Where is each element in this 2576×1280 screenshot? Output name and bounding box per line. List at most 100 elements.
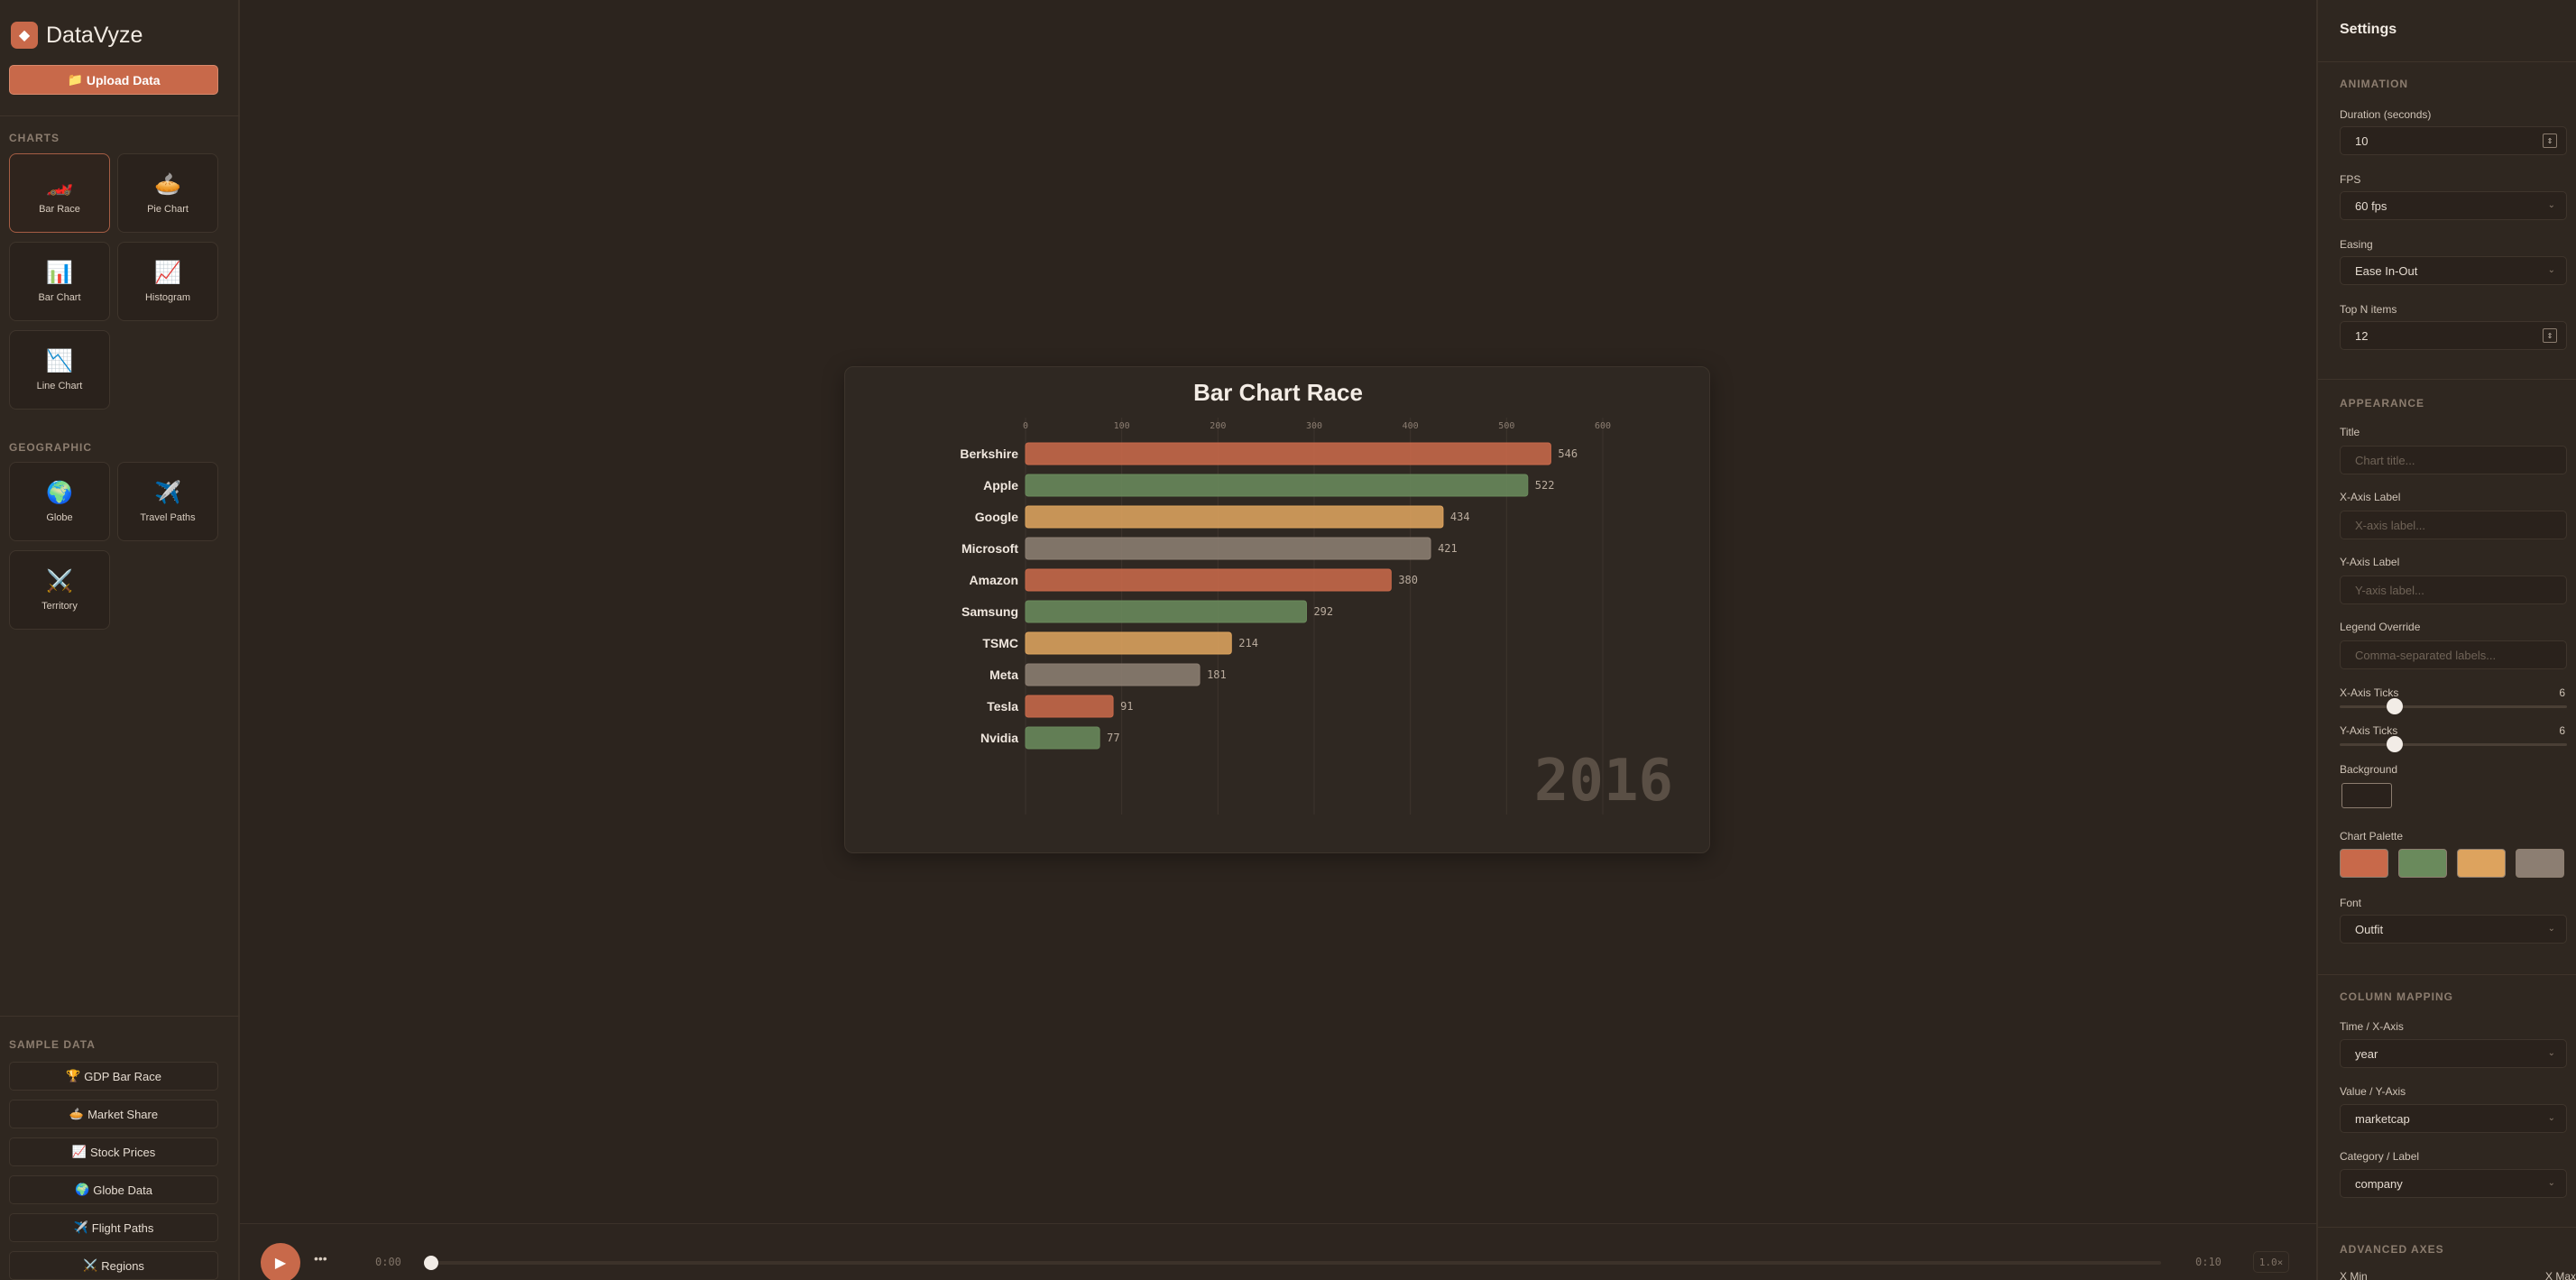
upload-label: Upload Data xyxy=(86,72,161,87)
sample-label: Flight Paths xyxy=(91,1220,154,1235)
value-column-label: Value / Y-Axis xyxy=(2340,1085,2406,1098)
category-label: Nvidia xyxy=(980,731,1018,745)
sample-gdp-bar-race-button[interactable]: 🏆 GDP Bar Race xyxy=(9,1062,218,1091)
x-axis-label-input[interactable]: X-axis label... xyxy=(2340,511,2567,539)
upload-data-button[interactable]: 📁 Upload Data xyxy=(9,65,218,95)
x-axis-ticks-slider[interactable] xyxy=(2340,705,2567,708)
globe-icon: 🌍 xyxy=(75,1183,90,1196)
background-label: Background xyxy=(2340,763,2398,776)
bar xyxy=(1025,568,1392,592)
y-axis-ticks-value: 6 xyxy=(2559,724,2565,737)
playback-bar: ▶ ••• 0:00 0:10 1.0× xyxy=(240,1223,2316,1280)
sample-globe-data-button[interactable]: 🌍 Globe Data xyxy=(9,1175,218,1204)
chevron-down-icon: ⌄ xyxy=(2547,1178,2555,1188)
value-label: 522 xyxy=(1535,479,1555,492)
chevron-down-icon: ⌄ xyxy=(2547,1113,2555,1123)
geographic-heading: GEOGRAPHIC xyxy=(9,441,93,454)
stepper-icon[interactable]: ⇕ xyxy=(2543,328,2557,343)
x-axis-ticks-thumb[interactable] xyxy=(2387,698,2403,714)
category-column-select[interactable]: company ⌄ xyxy=(2340,1169,2567,1198)
timeline-track[interactable] xyxy=(431,1261,2161,1265)
more-options-button[interactable]: ••• xyxy=(314,1251,327,1266)
sample-stock-prices-button[interactable]: 📈 Stock Prices xyxy=(9,1137,218,1166)
chart-tile-bar-race[interactable]: 🏎️ Bar Race xyxy=(9,153,110,233)
title-label: Title xyxy=(2340,426,2360,438)
font-label: Font xyxy=(2340,897,2362,909)
chart-card: 0 100 200 300 400 500 600 Bar Chart Race Berks… xyxy=(844,366,1710,853)
category-label: Microsoft xyxy=(961,541,1018,556)
value-label: 214 xyxy=(1238,637,1258,649)
app-name: DataVyze xyxy=(46,22,143,48)
x-max-label: X Max xyxy=(2545,1270,2576,1280)
bar xyxy=(1025,663,1201,686)
timeline-thumb[interactable] xyxy=(424,1256,438,1270)
airplane-icon: ✈️ xyxy=(73,1220,88,1234)
x-tick-label: 400 xyxy=(1403,421,1419,431)
y-axis-ticks-label: Y-Axis Ticks xyxy=(2340,724,2398,737)
fps-select[interactable]: 60 fps ⌄ xyxy=(2340,191,2567,220)
chevron-down-icon: ⌄ xyxy=(2547,265,2555,275)
chart-tile-travel-paths[interactable]: ✈️ Travel Paths xyxy=(117,462,218,541)
play-button[interactable]: ▶ xyxy=(261,1243,300,1280)
chart-tile-line-chart[interactable]: 📉 Line Chart xyxy=(9,330,110,410)
y-axis-ticks-thumb[interactable] xyxy=(2387,736,2403,752)
category-label: Samsung xyxy=(961,604,1018,619)
time-column-select[interactable]: year ⌄ xyxy=(2340,1039,2567,1068)
top-n-input[interactable]: 12 ⇕ xyxy=(2340,321,2567,350)
divider xyxy=(2318,1227,2576,1228)
palette-swatch-3[interactable] xyxy=(2457,849,2506,878)
category-column-label: Category / Label xyxy=(2340,1150,2420,1163)
top-n-label: Top N items xyxy=(2340,303,2397,316)
category-label: TSMC xyxy=(982,636,1018,650)
background-color-picker[interactable] xyxy=(2341,783,2392,808)
easing-select[interactable]: Ease In-Out ⌄ xyxy=(2340,256,2567,285)
value-column-select[interactable]: marketcap ⌄ xyxy=(2340,1104,2567,1133)
title-input[interactable]: Chart title... xyxy=(2340,446,2567,474)
stepper-icon[interactable]: ⇕ xyxy=(2543,134,2557,148)
value-label: 77 xyxy=(1107,732,1119,744)
x-axis-label-label: X-Axis Label xyxy=(2340,491,2401,503)
bar-chart-icon: 📊 xyxy=(46,261,73,285)
time-column-label: Time / X-Axis xyxy=(2340,1020,2404,1033)
chart-tile-territory[interactable]: ⚔️ Territory xyxy=(9,550,110,630)
x-axis-ticks-value: 6 xyxy=(2559,686,2565,699)
sample-market-share-button[interactable]: 🥧 Market Share xyxy=(9,1100,218,1128)
speed-button[interactable]: 1.0× xyxy=(2253,1251,2289,1273)
swords-icon: ⚔️ xyxy=(83,1258,98,1272)
chart-tile-bar-chart[interactable]: 📊 Bar Chart xyxy=(9,242,110,321)
sample-regions-button[interactable]: ⚔️ Regions xyxy=(9,1251,218,1280)
chart-tile-globe[interactable]: 🌍 Globe xyxy=(9,462,110,541)
divider xyxy=(2318,379,2576,380)
current-time: 0:00 xyxy=(375,1256,401,1268)
bar xyxy=(1025,695,1114,718)
legend-override-input[interactable]: Comma-separated labels... xyxy=(2340,640,2567,669)
chart-tile-histogram[interactable]: 📈 Histogram xyxy=(117,242,218,321)
duration-input[interactable]: 10 ⇕ xyxy=(2340,126,2567,155)
easing-value: Ease In-Out xyxy=(2355,263,2418,278)
category-label: Amazon xyxy=(970,573,1018,587)
font-select[interactable]: Outfit ⌄ xyxy=(2340,915,2567,944)
sample-flight-paths-button[interactable]: ✈️ Flight Paths xyxy=(9,1213,218,1242)
y-axis-ticks-slider[interactable] xyxy=(2340,743,2567,746)
tile-label: Line Chart xyxy=(36,381,83,391)
category-label: Meta xyxy=(989,668,1018,682)
play-icon: ▶ xyxy=(274,1256,287,1271)
y-axis-label-label: Y-Axis Label xyxy=(2340,556,2400,568)
fps-value: 60 fps xyxy=(2355,198,2387,213)
chart-tile-pie-chart[interactable]: 🥧 Pie Chart xyxy=(117,153,218,233)
bar xyxy=(1025,726,1100,750)
x-tick-label: 500 xyxy=(1498,421,1514,431)
value-column-value: marketcap xyxy=(2355,1111,2410,1126)
bar xyxy=(1025,631,1232,655)
advanced-axes-heading: ADVANCED AXES xyxy=(2340,1243,2444,1256)
fps-label: FPS xyxy=(2340,173,2361,186)
palette-swatch-1[interactable] xyxy=(2340,849,2388,878)
charts-heading: CHARTS xyxy=(9,132,60,144)
logo-icon: ◆ xyxy=(11,22,38,49)
palette-swatch-2[interactable] xyxy=(2398,849,2447,878)
palette-swatch-4[interactable] xyxy=(2516,849,2564,878)
settings-title: Settings xyxy=(2340,22,2397,37)
value-label: 91 xyxy=(1120,700,1133,713)
x-tick-label: 600 xyxy=(1595,421,1611,431)
y-axis-label-input[interactable]: Y-axis label... xyxy=(2340,576,2567,604)
